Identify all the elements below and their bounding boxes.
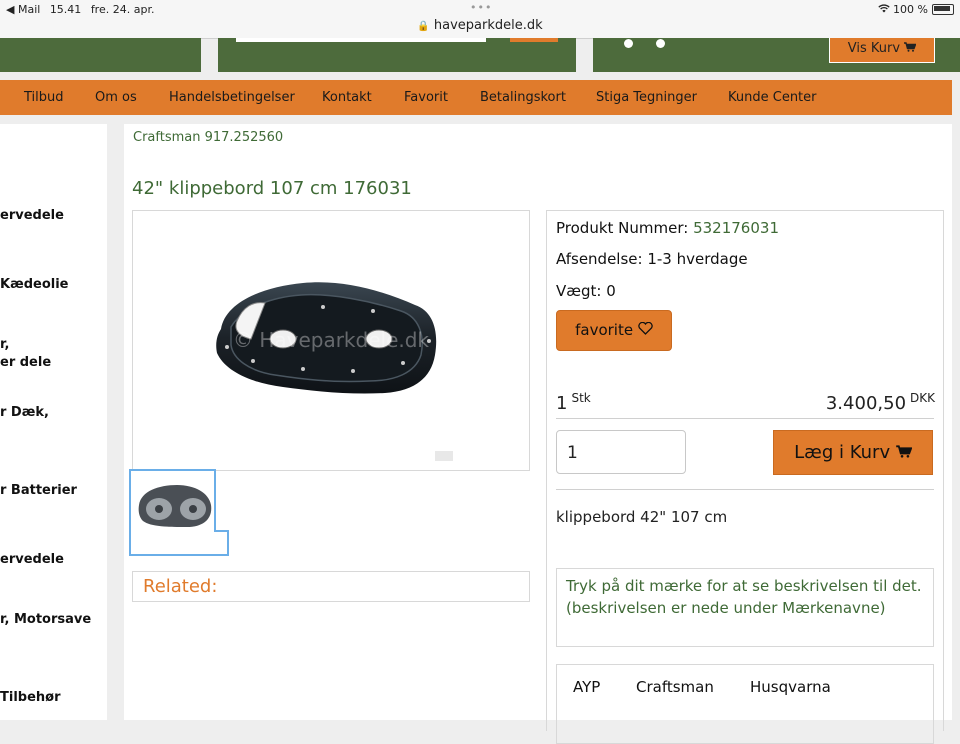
product-thumbnail[interactable] xyxy=(129,469,229,556)
favorite-button[interactable]: favorite xyxy=(556,310,672,351)
sidebar-item-motorsave[interactable]: r, Motorsave xyxy=(0,611,91,629)
brand-tab-husqvarna[interactable]: Husqvarna xyxy=(750,678,831,696)
unit-count: 1 xyxy=(556,393,568,414)
status-right: 100 % xyxy=(877,3,928,16)
wifi-icon xyxy=(877,3,894,16)
product-info-box: Produkt Nummer: 532176031 Afsendelse: 1-… xyxy=(546,210,944,744)
header-cart-area: Vis Kurv xyxy=(593,38,960,72)
category-sidebar: ervedele Kædeolie r, er dele r Dæk, r Ba… xyxy=(0,124,107,720)
product-number-row: Produkt Nummer: 532176031 xyxy=(556,219,779,237)
price-value: 3.400,50 xyxy=(825,393,907,414)
brand-note: Tryk på dit mærke for at se beskrivelsen… xyxy=(556,568,934,647)
view-cart-button[interactable]: Vis Kurv xyxy=(829,38,935,63)
main-navigation: Tilbud Om os Handelsbetingelser Kontakt … xyxy=(0,80,952,115)
ios-status-bar: ◀ Mail 15.41 fre. 24. apr. ••• 100 % 🔒 h… xyxy=(0,0,960,39)
sidebar-item-reservedele-2[interactable]: ervedele xyxy=(0,551,64,569)
address-url: haveparkdele.dk xyxy=(433,18,543,33)
price-currency: DKK xyxy=(910,391,935,405)
status-time: 15.41 xyxy=(49,3,82,16)
price: 3.400,50 DKK xyxy=(826,391,935,414)
quantity-input[interactable]: 1 xyxy=(556,430,686,474)
favorite-label: favorite xyxy=(575,321,634,339)
image-watermark: © Haveparkdele.dk xyxy=(233,328,429,352)
related-heading: Related: xyxy=(143,576,218,597)
heart-icon xyxy=(638,321,653,339)
search-button[interactable] xyxy=(510,38,558,42)
status-left: ◀ Mail 15.41 fre. 24. apr. xyxy=(6,3,160,16)
brand-tabs: AYP Craftsman Husqvarna xyxy=(556,664,934,744)
sidebar-item-daek[interactable]: r Dæk, xyxy=(0,404,49,422)
add-to-cart-label: Læg i Kurv xyxy=(794,442,891,463)
product-description: klippebord 42" 107 cm xyxy=(556,508,728,526)
sidebar-item-tilbehor[interactable]: Tilbehør xyxy=(0,689,61,707)
nav-om-os[interactable]: Om os xyxy=(95,90,137,105)
breadcrumb[interactable]: Craftsman 917.252560 xyxy=(133,130,283,145)
weight-info: Vægt: 0 xyxy=(556,282,616,300)
nav-kontakt[interactable]: Kontakt xyxy=(322,90,372,105)
nav-stiga-tegninger[interactable]: Stiga Tegninger xyxy=(596,90,697,105)
sidebar-item-kaedeolie[interactable]: Kædeolie xyxy=(0,276,68,294)
nav-handelsbetingelser[interactable]: Handelsbetingelser xyxy=(169,90,295,105)
product-number-value: 532176031 xyxy=(693,219,779,237)
search-input[interactable] xyxy=(236,38,486,42)
product-panel: Craftsman 917.252560 42" klippebord 107 … xyxy=(124,124,952,744)
shipping-info: Afsendelse: 1-3 hverdage xyxy=(556,250,748,268)
status-date: fre. 24. apr. xyxy=(90,3,155,16)
header-logo-area xyxy=(0,38,201,72)
page-title: 42" klippebord 107 cm 176031 xyxy=(132,178,412,199)
nav-betalingskort[interactable]: Betalingskort xyxy=(480,90,566,105)
cart-icon xyxy=(904,41,917,56)
cart-icon xyxy=(896,442,913,463)
unit-quantity: 1 Stk xyxy=(556,391,591,414)
sidebar-item-batterier[interactable]: r Batterier xyxy=(0,482,77,500)
product-image[interactable]: © Haveparkdele.dk xyxy=(132,210,530,471)
brand-tab-ayp[interactable]: AYP xyxy=(573,678,600,696)
address-bar[interactable]: 🔒 haveparkdele.dk xyxy=(0,18,960,33)
nav-favorit[interactable]: Favorit xyxy=(404,90,448,105)
nav-tilbud[interactable]: Tilbud xyxy=(24,90,64,105)
mower-deck-illustration: © Haveparkdele.dk xyxy=(216,282,453,461)
sidebar-item-reservedele[interactable]: ervedele xyxy=(0,207,64,225)
brand-tab-craftsman[interactable]: Craftsman xyxy=(636,678,714,696)
multitask-dots-icon[interactable]: ••• xyxy=(470,1,492,14)
cart-wheel-icon xyxy=(656,39,665,48)
sidebar-item-line1[interactable]: r, xyxy=(0,336,9,354)
add-to-cart-button[interactable]: Læg i Kurv xyxy=(773,430,933,475)
divider xyxy=(556,418,934,419)
related-section: Related: xyxy=(132,571,530,602)
unit-label: Stk xyxy=(571,391,591,405)
battery-icon xyxy=(932,4,954,15)
battery-percent: 100 % xyxy=(893,3,928,16)
nav-kunde-center[interactable]: Kunde Center xyxy=(728,90,817,105)
divider xyxy=(556,489,934,490)
back-to-mail-link[interactable]: ◀ Mail xyxy=(6,3,40,16)
header-search-area xyxy=(218,38,576,72)
cart-wheel-icon xyxy=(624,39,633,48)
view-cart-label: Vis Kurv xyxy=(847,41,901,56)
expand-image-icon[interactable] xyxy=(435,451,453,461)
sidebar-item-andre-dele[interactable]: er dele xyxy=(0,354,51,372)
lock-icon: 🔒 xyxy=(417,21,430,32)
product-number-label: Produkt Nummer: xyxy=(556,219,689,237)
